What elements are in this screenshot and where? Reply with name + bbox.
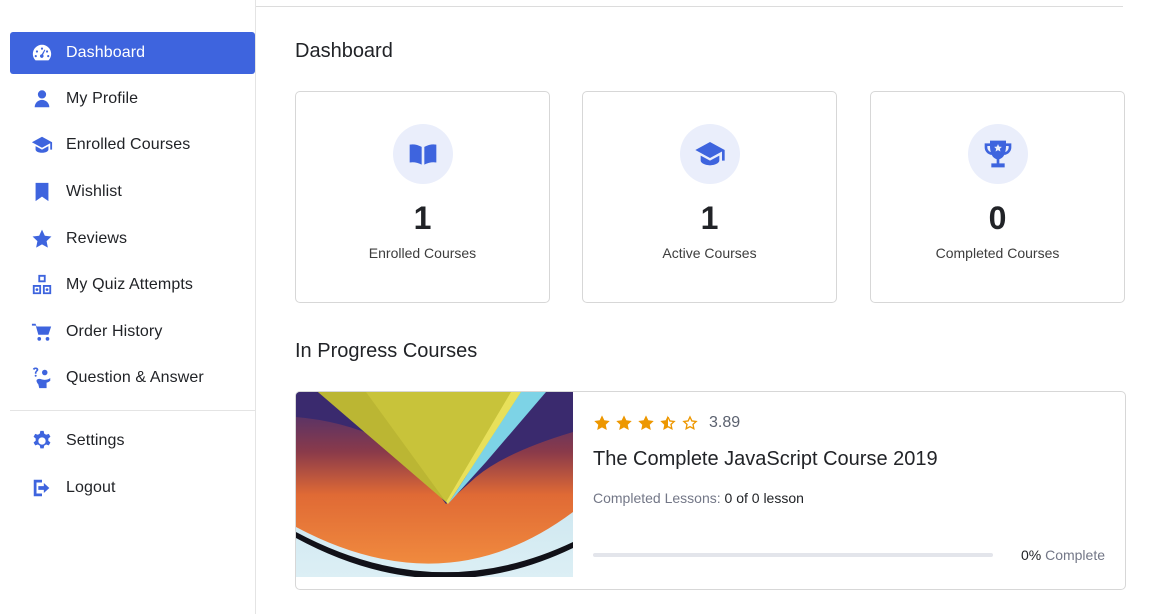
gear-icon: [30, 429, 54, 453]
star-icon: [30, 227, 54, 251]
sidebar-item-dashboard[interactable]: Dashboard: [10, 32, 255, 74]
graduation-cap-icon: [30, 133, 54, 157]
sidebar-item-my-profile[interactable]: My Profile: [10, 78, 255, 120]
cart-icon: [30, 320, 54, 344]
trophy-icon: [967, 124, 1028, 184]
star-filled-icon: [616, 415, 632, 431]
sidebar-item-label: Order History: [66, 323, 163, 340]
progress-suffix: Complete: [1045, 547, 1105, 563]
progress-text: 0% Complete: [1021, 547, 1105, 563]
sidebar-item-order-history[interactable]: Order History: [10, 311, 255, 353]
sidebar-item-label: Logout: [66, 479, 116, 496]
user-icon: [30, 87, 54, 111]
page-title: Dashboard: [295, 40, 393, 62]
course-thumbnail[interactable]: [296, 392, 573, 577]
question-person-icon: [30, 366, 54, 390]
stat-card-enrolled: 1 Enrolled Courses: [295, 91, 550, 303]
sidebar-item-label: Dashboard: [66, 44, 146, 61]
stat-label: Enrolled Courses: [368, 245, 477, 261]
progress-bar: [593, 553, 993, 557]
completed-lessons: Completed Lessons: 0 of 0 lesson: [593, 490, 804, 506]
sidebar-item-question-answer[interactable]: Question & Answer: [10, 357, 255, 399]
sidebar-item-enrolled-courses[interactable]: Enrolled Courses: [10, 124, 255, 166]
sidebar-item-logout[interactable]: Logout: [10, 467, 255, 509]
progress-percent: 0%: [1020, 547, 1042, 563]
stat-value: 1: [700, 200, 719, 236]
stat-label: Active Courses: [662, 245, 757, 261]
rating-value: 3.89: [709, 414, 741, 431]
book-open-icon: [392, 124, 453, 184]
star-empty-icon: [682, 415, 698, 430]
completed-lessons-label: Completed Lessons:: [593, 490, 721, 506]
course-card[interactable]: 3.89 The Complete JavaScript Course 2019…: [295, 391, 1126, 590]
stat-value: 0: [988, 200, 1007, 236]
sidebar-item-reviews[interactable]: Reviews: [10, 218, 255, 260]
star-filled-icon: [638, 415, 654, 431]
course-title[interactable]: The Complete JavaScript Course 2019: [593, 448, 938, 471]
bookmark-icon: [30, 180, 54, 204]
star-half-icon: [660, 415, 676, 431]
stat-label: Completed Courses: [935, 245, 1060, 261]
logout-icon: [30, 476, 54, 500]
star-filled-icon: [594, 415, 610, 431]
quiz-blocks-icon: [30, 273, 54, 297]
course-rating: 3.89: [593, 414, 740, 432]
sidebar: Dashboard My Profile Enrolled Courses Wi…: [0, 0, 256, 614]
top-divider: [256, 6, 1123, 7]
completed-lessons-value: 0 of 0 lesson: [724, 490, 804, 506]
course-body: 3.89 The Complete JavaScript Course 2019…: [593, 392, 1125, 589]
sidebar-item-settings[interactable]: Settings: [10, 420, 255, 462]
sidebar-item-label: Reviews: [66, 230, 128, 247]
dashboard-gauge-icon: [30, 41, 54, 65]
stat-card-active: 1 Active Courses: [582, 91, 837, 303]
sidebar-item-label: My Quiz Attempts: [66, 276, 193, 293]
sidebar-item-label: Settings: [66, 432, 125, 449]
sidebar-item-wishlist[interactable]: Wishlist: [10, 171, 255, 213]
sidebar-divider: [10, 410, 255, 411]
sidebar-item-label: My Profile: [66, 90, 139, 107]
stat-value: 1: [413, 200, 432, 236]
sidebar-item-my-quiz-attempts[interactable]: My Quiz Attempts: [10, 264, 255, 306]
sidebar-item-label: Question & Answer: [66, 369, 204, 386]
graduation-cap-icon: [679, 124, 740, 184]
stat-card-completed: 0 Completed Courses: [870, 91, 1125, 303]
sidebar-item-label: Wishlist: [66, 183, 122, 200]
sidebar-item-label: Enrolled Courses: [66, 136, 191, 153]
in-progress-title: In Progress Courses: [295, 340, 478, 362]
